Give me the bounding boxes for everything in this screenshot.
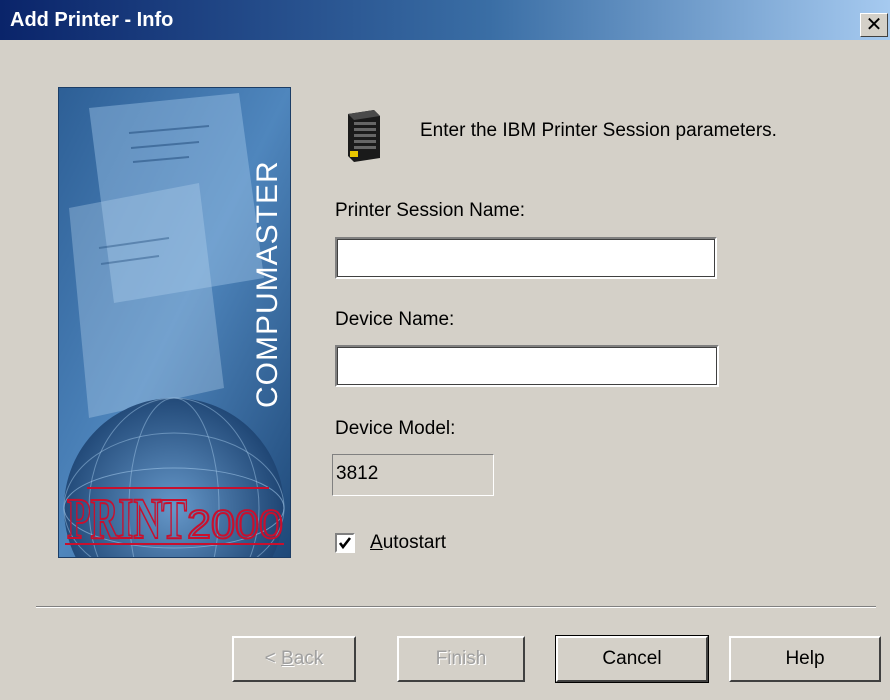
cancel-button[interactable]: Cancel <box>555 635 709 683</box>
brand-vertical-text: COMPUMASTER <box>251 160 284 408</box>
autostart-checkbox[interactable] <box>335 533 355 553</box>
autostart-label-rest: utostart <box>382 532 447 553</box>
session-name-label: Printer Session Name: <box>335 200 526 221</box>
back-rest: ack <box>293 648 324 669</box>
title-bar[interactable]: Add Printer - Info ✕ <box>0 0 890 40</box>
autostart-label[interactable]: Autostart <box>370 532 446 554</box>
help-button[interactable]: Help <box>729 636 881 682</box>
separator-highlight <box>36 607 876 608</box>
logo-text: PRINT <box>67 486 187 551</box>
device-name-input[interactable] <box>335 345 719 387</box>
back-prefix: < <box>264 648 282 669</box>
autostart-mnemonic: A <box>370 532 383 553</box>
device-model-label: Device Model: <box>335 418 456 439</box>
printer-icon <box>342 108 384 162</box>
close-icon: ✕ <box>865 12 883 36</box>
device-name-label: Device Name: <box>335 309 455 330</box>
back-mnemonic: B <box>281 648 294 669</box>
back-button[interactable]: < Back <box>232 636 356 682</box>
checkmark-icon <box>338 537 352 550</box>
logo-suffix: 2000 <box>187 503 283 547</box>
compumaster-banner: COMPUMASTER PRINT 2000 <box>58 87 291 558</box>
device-model-value: 3812 <box>332 454 494 496</box>
close-button[interactable]: ✕ <box>860 13 888 37</box>
session-name-input[interactable] <box>335 237 717 279</box>
intro-text: Enter the IBM Printer Session parameters… <box>420 120 777 141</box>
finish-button[interactable]: Finish <box>397 636 525 682</box>
window-title: Add Printer - Info <box>10 9 174 31</box>
